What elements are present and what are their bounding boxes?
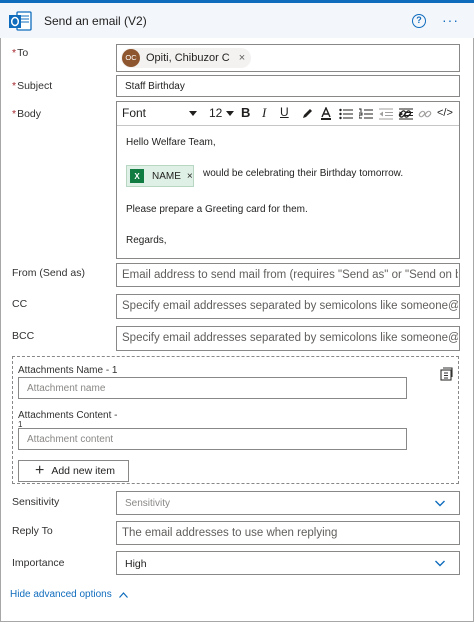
- cc-label: CC: [12, 298, 28, 310]
- link-icon[interactable]: [398, 107, 412, 121]
- hide-advanced-options-link[interactable]: Hide advanced options: [10, 589, 128, 600]
- to-label: *To: [12, 47, 29, 59]
- action-title: Send an email (V2): [44, 14, 147, 28]
- importance-select[interactable]: High: [116, 551, 460, 575]
- cc-input[interactable]: Specify email addresses separated by sem…: [116, 294, 460, 319]
- body-label: *Body: [12, 108, 42, 120]
- body-greeting: Hello Welfare Team,: [126, 137, 216, 148]
- unlink-icon: [418, 110, 432, 118]
- more-options-icon[interactable]: ···: [442, 13, 459, 27]
- decrease-indent-icon: [379, 108, 393, 120]
- body-editor[interactable]: Font 12 B I U </> Hello Welfare Team, X …: [116, 101, 460, 259]
- sensitivity-placeholder: Sensitivity: [125, 498, 171, 509]
- chevron-down-icon: [435, 500, 445, 507]
- size-dropdown-icon[interactable]: [226, 111, 234, 117]
- switch-to-array-icon[interactable]: [438, 366, 454, 382]
- action-header[interactable]: Send an email (V2) ? ···: [0, 0, 474, 38]
- body-request: Please prepare a Greeting card for them.: [126, 204, 308, 215]
- body-line-after-chip: would be celebrating their Birthday tomo…: [203, 168, 404, 179]
- remove-recipient-icon[interactable]: ×: [239, 52, 245, 64]
- remove-chip-icon[interactable]: ×: [187, 171, 193, 182]
- body-closing: Regards,: [126, 235, 167, 246]
- cc-placeholder: Specify email addresses separated by sem…: [122, 300, 458, 312]
- attachment-name-placeholder: Attachment name: [27, 383, 106, 394]
- from-placeholder: Email address to send mail from (require…: [122, 269, 458, 281]
- bcc-label: BCC: [12, 330, 35, 342]
- from-input[interactable]: Email address to send mail from (require…: [116, 263, 460, 287]
- font-select[interactable]: Font: [122, 106, 146, 120]
- chevron-down-icon: [435, 560, 445, 567]
- attachment-content-input[interactable]: Attachment content: [18, 428, 407, 450]
- subject-value: Staff Birthday: [125, 81, 185, 92]
- text-color-icon[interactable]: [320, 107, 332, 120]
- reply-to-placeholder: The email addresses to use when replying: [122, 527, 338, 539]
- chevron-up-icon: [118, 591, 128, 598]
- bcc-placeholder: Specify email addresses separated by sem…: [122, 332, 458, 344]
- recipient-name: Opiti, Chibuzor C: [146, 52, 230, 64]
- excel-icon: X: [130, 169, 144, 183]
- hide-advanced-options-label: Hide advanced options: [10, 589, 112, 600]
- attachment-content-placeholder: Attachment content: [27, 434, 114, 445]
- bold-button[interactable]: B: [241, 105, 250, 120]
- subject-input[interactable]: Staff Birthday: [116, 75, 460, 97]
- help-icon[interactable]: ?: [412, 14, 426, 28]
- italic-button[interactable]: I: [262, 105, 266, 121]
- dynamic-content-chip[interactable]: X NAME ×: [126, 165, 194, 187]
- sensitivity-label: Sensitivity: [12, 496, 60, 508]
- numbered-list-icon[interactable]: [359, 108, 373, 120]
- rich-text-toolbar: Font 12 B I U </>: [117, 102, 459, 126]
- reply-to-label: Reply To: [12, 525, 53, 537]
- add-new-item-label: Add new item: [51, 465, 115, 477]
- chip-label: NAME: [152, 170, 181, 182]
- bulleted-list-icon[interactable]: [339, 108, 353, 120]
- recipient-token[interactable]: OC Opiti, Chibuzor C ×: [121, 48, 252, 68]
- avatar: OC: [122, 49, 140, 67]
- to-field[interactable]: OC Opiti, Chibuzor C ×: [116, 44, 460, 72]
- importance-label: Importance: [12, 557, 65, 569]
- add-new-item-button[interactable]: + Add new item: [18, 460, 129, 482]
- font-dropdown-icon[interactable]: [189, 111, 197, 117]
- code-view-button[interactable]: </>: [437, 107, 453, 119]
- sensitivity-select[interactable]: Sensitivity: [116, 491, 460, 515]
- attachments-group: Attachments Name - 1 Attachment name Att…: [12, 356, 459, 484]
- attachment-name-input[interactable]: Attachment name: [18, 377, 407, 399]
- attachment-content-label: Attachments Content -: [18, 410, 118, 421]
- from-label: From (Send as): [12, 267, 85, 279]
- reply-to-input[interactable]: The email addresses to use when replying: [116, 521, 460, 545]
- pen-icon[interactable]: [301, 107, 313, 120]
- underline-button[interactable]: U: [280, 105, 289, 119]
- plus-icon: +: [35, 462, 45, 479]
- font-size-select[interactable]: 12: [209, 106, 222, 120]
- attachment-name-label: Attachments Name - 1: [18, 365, 118, 376]
- bcc-input[interactable]: Specify email addresses separated by sem…: [116, 326, 460, 351]
- outlook-icon: [9, 11, 32, 31]
- importance-value: High: [125, 558, 147, 570]
- subject-label: *Subject: [12, 80, 53, 92]
